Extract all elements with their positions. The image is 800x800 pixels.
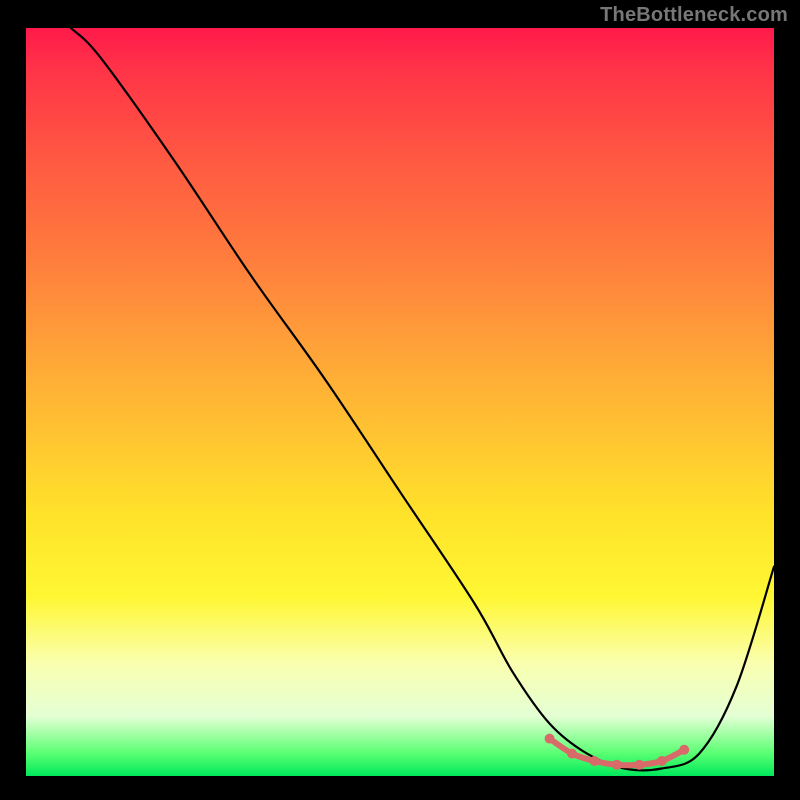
- optimal-range-dot: [567, 749, 577, 759]
- chart-svg: [26, 28, 774, 776]
- plot-area: [26, 28, 774, 776]
- optimal-range-dot: [657, 756, 667, 766]
- optimal-range-dot: [545, 734, 555, 744]
- bottleneck-curve: [71, 28, 774, 770]
- optimal-range-dot: [634, 760, 644, 770]
- chart-container: TheBottleneck.com: [0, 0, 800, 800]
- attribution-label: TheBottleneck.com: [600, 4, 788, 27]
- optimal-range-dot: [679, 745, 689, 755]
- optimal-range-dot: [612, 760, 622, 770]
- optimal-range-dot: [590, 756, 600, 766]
